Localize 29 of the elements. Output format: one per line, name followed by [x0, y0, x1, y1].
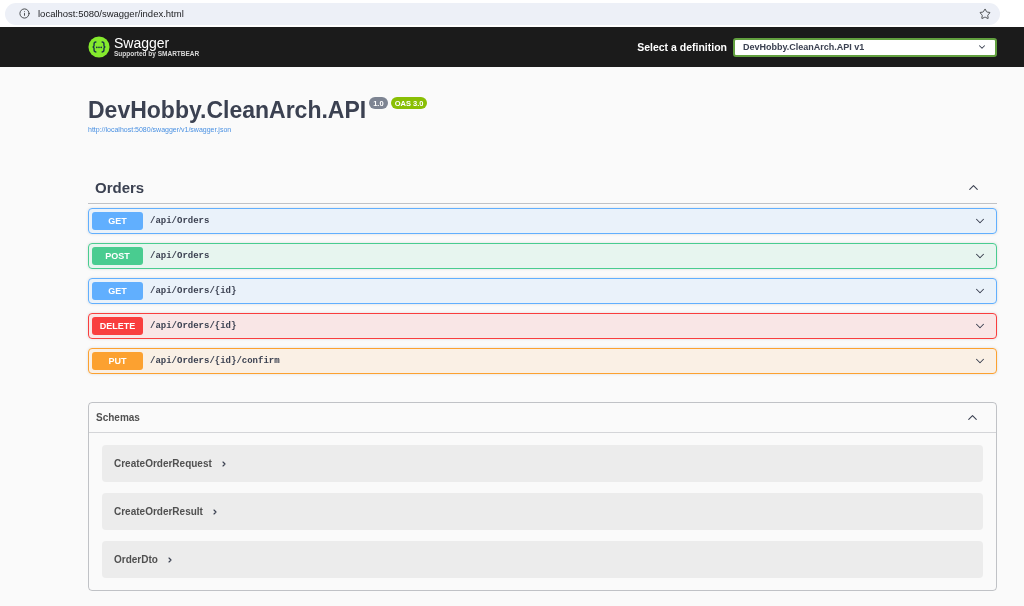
definition-label: Select a definition [637, 41, 727, 53]
endpoint-path: /api/Orders [150, 216, 211, 226]
endpoint-path: /api/Orders/{id} [150, 321, 238, 331]
endpoint-path: /api/Orders/{id}/confirm [150, 356, 281, 366]
braces-logo-icon [88, 36, 110, 58]
tag-heading[interactable]: Orders [95, 178, 145, 196]
schema-item[interactable]: CreateOrderRequest [102, 445, 983, 482]
method-badge: GET [92, 282, 143, 300]
method-badge: DELETE [92, 317, 143, 335]
endpoint-path: /api/Orders [150, 251, 211, 261]
operation-row[interactable]: GET /api/Orders/{id} [88, 278, 997, 304]
operation-row[interactable]: POST /api/Orders [88, 243, 997, 269]
chevron-down-icon[interactable] [977, 42, 987, 52]
method-badge: GET [92, 212, 143, 230]
address-field[interactable]: localhost:5080/swagger/index.html [5, 2, 1000, 25]
endpoint-path: /api/Orders/{id} [150, 286, 238, 296]
method-badge: PUT [92, 352, 143, 370]
operation-row[interactable]: PUT /api/Orders/{id}/confirm [88, 348, 997, 374]
schema-item[interactable]: OrderDto [102, 541, 983, 578]
info-icon[interactable] [19, 8, 30, 19]
method-badge: POST [92, 247, 143, 265]
logo-text: Swagger [114, 36, 170, 51]
api-title: DevHobby.CleanArch.API [88, 97, 367, 123]
section-title[interactable]: Schemas [96, 412, 140, 423]
operation-row[interactable]: DELETE /api/Orders/{id} [88, 313, 997, 339]
star-icon[interactable] [979, 7, 991, 20]
operation-row[interactable]: GET /api/Orders [88, 208, 997, 234]
schema-item[interactable]: CreateOrderResult [102, 493, 983, 530]
definition-select[interactable]: DevHobby.CleanArch.API v1 [733, 37, 997, 57]
